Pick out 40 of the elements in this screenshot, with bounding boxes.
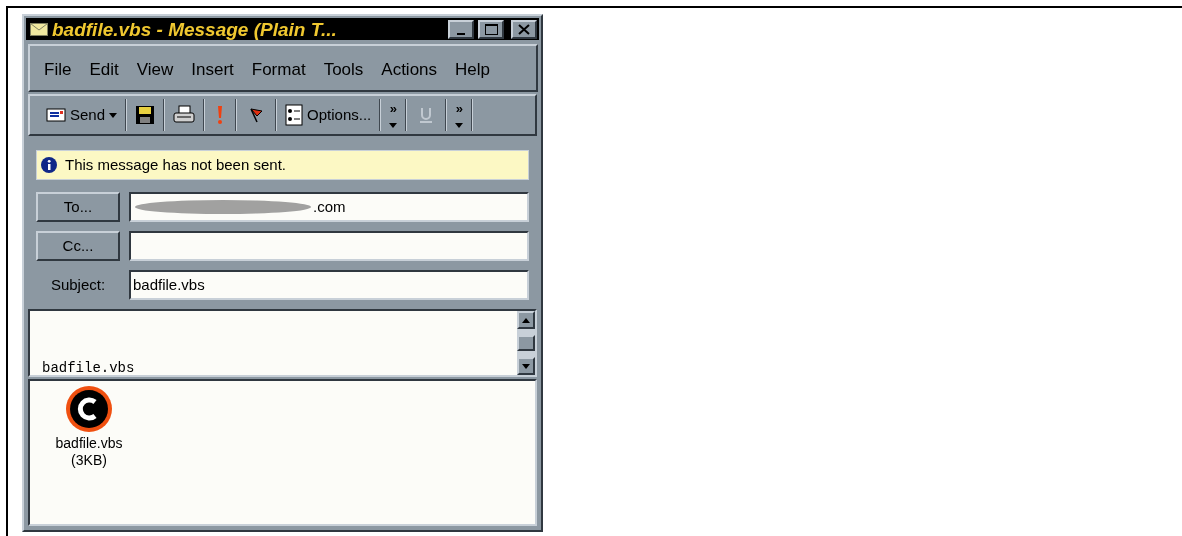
address-button[interactable]: Cc... xyxy=(36,231,120,261)
caret-icon xyxy=(109,112,118,118)
more-button[interactable]: » xyxy=(451,102,468,128)
scroll-up-icon[interactable] xyxy=(517,311,535,329)
menu-item[interactable]: File xyxy=(44,52,72,88)
envelope-icon xyxy=(46,108,66,122)
options-icon xyxy=(285,104,304,126)
close-icon xyxy=(518,23,530,35)
input-field[interactable]: .com xyxy=(129,192,529,222)
input-field[interactable]: badfile.vbs xyxy=(129,270,529,300)
window-title: badfile.vbs - Message (Plain T... xyxy=(52,19,338,39)
menu-item[interactable]: Insert xyxy=(191,52,234,88)
menu-item[interactable]: Format xyxy=(251,52,306,88)
field-label: Subject: xyxy=(49,274,107,295)
minimize-button[interactable] xyxy=(448,19,474,39)
scroll-thumb[interactable] xyxy=(517,335,535,351)
maximize-button[interactable] xyxy=(478,19,504,39)
attachment-name: badfile.vbs xyxy=(55,435,123,452)
menu-item[interactable]: View xyxy=(136,52,174,88)
input-field[interactable] xyxy=(129,231,529,261)
field-value: badfile.vbs xyxy=(133,274,205,295)
info-icon xyxy=(41,157,57,173)
field-value: .com xyxy=(313,196,346,217)
attachment-size: (3KB) xyxy=(71,452,107,469)
close-button[interactable] xyxy=(511,19,537,39)
menu-item[interactable]: Tools xyxy=(323,52,364,88)
info-text: This message has not been sent. xyxy=(65,154,286,175)
scroll-down-icon[interactable] xyxy=(517,357,535,375)
address-button[interactable]: To... xyxy=(36,192,120,222)
menu-item[interactable]: Help xyxy=(455,52,491,88)
envelope-icon xyxy=(30,22,48,36)
menu-item[interactable]: Edit xyxy=(89,52,119,88)
more-button[interactable]: » xyxy=(385,102,402,128)
attachment-icon[interactable] xyxy=(65,385,113,433)
caret-icon xyxy=(389,123,398,128)
menu-item[interactable]: Actions xyxy=(381,52,438,88)
caret-icon xyxy=(455,123,464,128)
options-button[interactable]: Options... xyxy=(281,103,376,127)
send-button[interactable]: Send xyxy=(42,103,122,127)
message-body: badfile.vbs xyxy=(42,361,135,375)
